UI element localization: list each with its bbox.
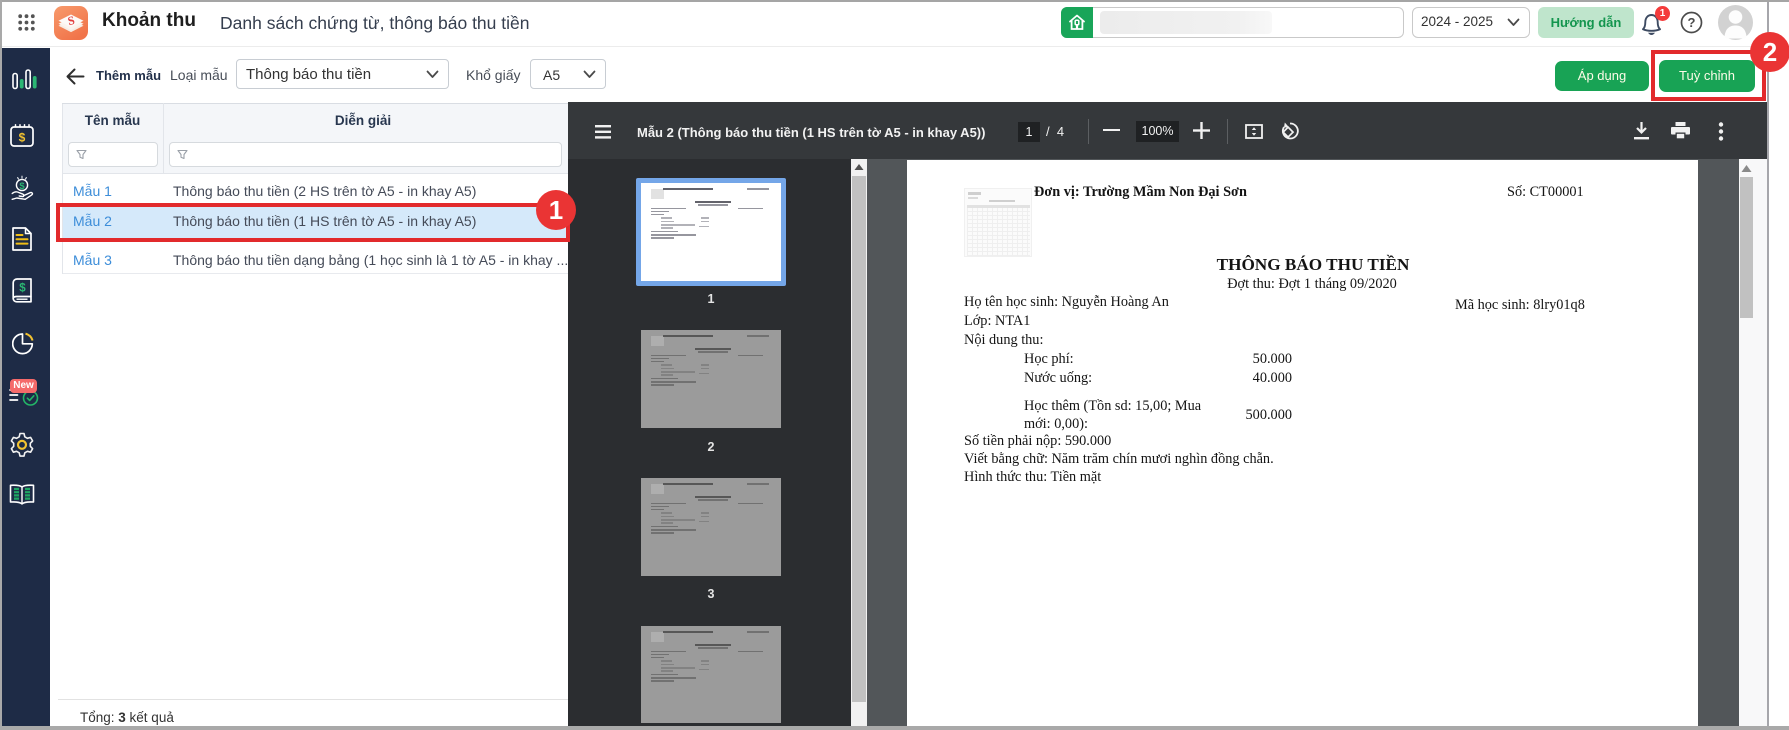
svg-text:$: $ (19, 181, 25, 192)
svg-text:$: $ (19, 283, 26, 295)
svg-text:$: $ (19, 130, 26, 144)
svg-text:?: ? (1688, 15, 1696, 30)
